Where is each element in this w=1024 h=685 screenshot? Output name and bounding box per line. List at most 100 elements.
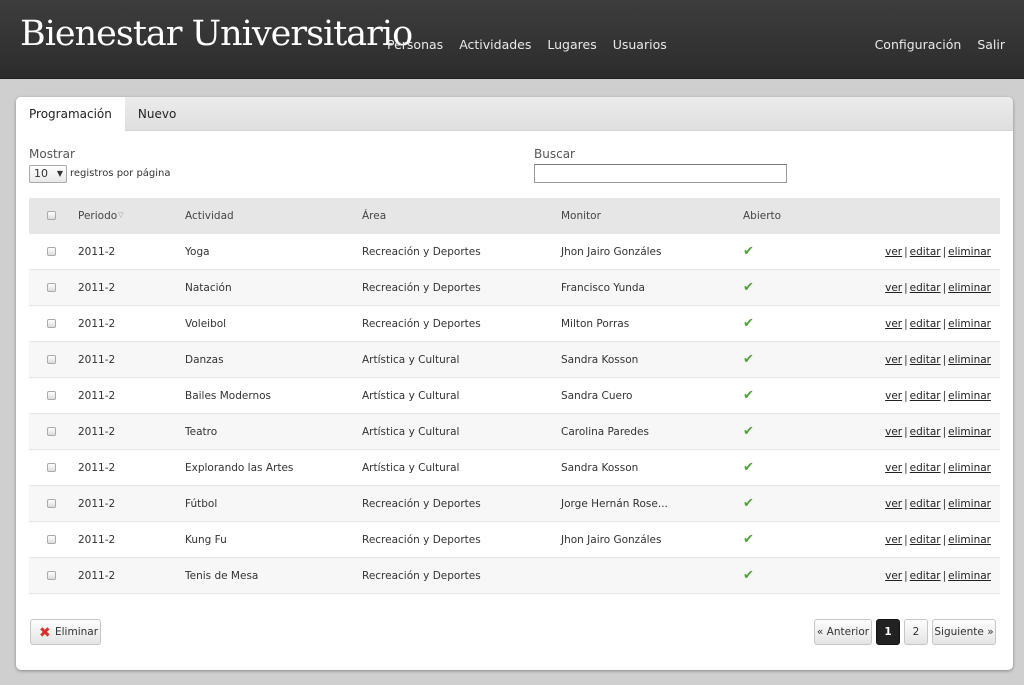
separator: | xyxy=(942,354,947,366)
separator: | xyxy=(942,570,947,582)
separator: | xyxy=(904,462,908,474)
row-checkbox[interactable] xyxy=(47,355,56,364)
delete-link[interactable]: eliminar xyxy=(948,390,991,402)
edit-link[interactable]: editar xyxy=(910,462,941,474)
cell-periodo: 2011-2 xyxy=(78,498,116,510)
view-link[interactable]: ver xyxy=(885,570,902,582)
delete-link[interactable]: eliminar xyxy=(948,570,991,582)
page-size-value: 10 xyxy=(34,167,48,180)
cell-periodo: 2011-2 xyxy=(78,318,116,330)
select-all-checkbox[interactable] xyxy=(47,211,56,220)
view-link[interactable]: ver xyxy=(885,426,902,438)
page-size-suffix: registros por página xyxy=(70,168,171,179)
edit-link[interactable]: editar xyxy=(910,498,941,510)
row-actions: ver | editar | eliminar xyxy=(885,306,991,342)
row-checkbox[interactable] xyxy=(47,463,56,472)
cell-area: Artística y Cultural xyxy=(362,426,460,438)
view-link[interactable]: ver xyxy=(885,282,902,294)
table-row: 2011-2 Tenis de Mesa Recreación y Deportes… xyxy=(29,558,1000,594)
cell-monitor: Jorge Hernán Rose... xyxy=(561,498,668,510)
nav-salir[interactable]: Salir xyxy=(977,37,1005,52)
nav-personas[interactable]: Personas xyxy=(387,37,443,52)
nav-actividades[interactable]: Actividades xyxy=(459,37,531,52)
pagination-next-button[interactable]: Siguiente » xyxy=(932,619,996,645)
delete-link[interactable]: eliminar xyxy=(948,534,991,546)
col-monitor[interactable]: Monitor xyxy=(561,198,601,234)
delete-link[interactable]: eliminar xyxy=(948,462,991,474)
pagination-prev-button[interactable]: « Anterior xyxy=(814,619,872,645)
delete-link[interactable]: eliminar xyxy=(948,354,991,366)
nav-usuarios[interactable]: Usuarios xyxy=(613,37,667,52)
tab-programacion[interactable]: Programación xyxy=(16,97,125,131)
row-checkbox[interactable] xyxy=(47,247,56,256)
pagination-page-2[interactable]: 2 xyxy=(904,619,928,645)
row-checkbox[interactable] xyxy=(47,391,56,400)
col-abierto[interactable]: Abierto xyxy=(743,198,781,234)
row-checkbox[interactable] xyxy=(47,283,56,292)
edit-link[interactable]: editar xyxy=(910,354,941,366)
row-actions: ver | editar | eliminar xyxy=(885,378,991,414)
col-actividad[interactable]: Actividad xyxy=(185,198,234,234)
separator: | xyxy=(942,462,947,474)
cell-area: Recreación y Deportes xyxy=(362,534,481,546)
edit-link[interactable]: editar xyxy=(910,426,941,438)
table-row: 2011-2 Danzas Artística y Cultural Sandra K… xyxy=(29,342,1000,378)
user-nav: Configuración Salir xyxy=(875,37,1005,52)
top-navbar: Bienestar Universitario Personas Activid… xyxy=(0,0,1024,79)
cell-monitor: Carolina Paredes xyxy=(561,426,649,438)
row-checkbox[interactable] xyxy=(47,499,56,508)
cell-actividad: Explorando las Artes xyxy=(185,462,294,474)
delete-link[interactable]: eliminar xyxy=(948,282,991,294)
row-actions: ver | editar | eliminar xyxy=(885,522,991,558)
view-link[interactable]: ver xyxy=(885,354,902,366)
col-periodo-label: Periodo xyxy=(78,210,118,222)
cell-monitor: Jhon Jairo Gonzáles xyxy=(561,246,662,258)
edit-link[interactable]: editar xyxy=(910,282,941,294)
delete-selected-button[interactable]: ✖ Eliminar xyxy=(30,619,101,645)
col-periodo[interactable]: Periodo▽ xyxy=(78,198,124,235)
nav-configuracion[interactable]: Configuración xyxy=(875,37,962,52)
check-icon: ✔ xyxy=(743,280,754,295)
check-icon: ✔ xyxy=(743,352,754,367)
show-label: Mostrar xyxy=(29,147,75,161)
col-area[interactable]: Área xyxy=(362,198,386,234)
edit-link[interactable]: editar xyxy=(910,246,941,258)
cell-actividad: Fútbol xyxy=(185,498,218,510)
row-checkbox[interactable] xyxy=(47,571,56,580)
cell-area: Recreación y Deportes xyxy=(362,246,481,258)
separator: | xyxy=(904,246,908,258)
delete-link[interactable]: eliminar xyxy=(948,318,991,330)
nav-lugares[interactable]: Lugares xyxy=(547,37,596,52)
cell-actividad: Voleibol xyxy=(185,318,227,330)
table-header: Periodo▽ Actividad Área Monitor Abierto xyxy=(29,198,1000,234)
check-icon: ✔ xyxy=(743,388,754,403)
view-link[interactable]: ver xyxy=(885,390,902,402)
cell-monitor: Francisco Yunda xyxy=(561,282,645,294)
row-checkbox[interactable] xyxy=(47,427,56,436)
view-link[interactable]: ver xyxy=(885,462,902,474)
edit-link[interactable]: editar xyxy=(910,318,941,330)
delete-link[interactable]: eliminar xyxy=(948,426,991,438)
app-brand[interactable]: Bienestar Universitario xyxy=(20,14,413,54)
pagination-page-1[interactable]: 1 xyxy=(876,619,900,645)
separator: | xyxy=(904,426,908,438)
edit-link[interactable]: editar xyxy=(910,570,941,582)
view-link[interactable]: ver xyxy=(885,534,902,546)
view-link[interactable]: ver xyxy=(885,318,902,330)
cell-periodo: 2011-2 xyxy=(78,354,116,366)
page-size-select[interactable]: 10 ▼ xyxy=(29,165,67,183)
row-checkbox[interactable] xyxy=(47,319,56,328)
edit-link[interactable]: editar xyxy=(910,390,941,402)
table-row: 2011-2 Teatro Artística y Cultural Carolina… xyxy=(29,414,1000,450)
main-nav: Personas Actividades Lugares Usuarios xyxy=(387,37,667,52)
tab-nuevo[interactable]: Nuevo xyxy=(125,97,189,131)
delete-link[interactable]: eliminar xyxy=(948,246,991,258)
view-link[interactable]: ver xyxy=(885,498,902,510)
row-checkbox[interactable] xyxy=(47,535,56,544)
delete-link[interactable]: eliminar xyxy=(948,498,991,510)
search-input[interactable] xyxy=(534,164,787,183)
cell-monitor: Sandra Cuero xyxy=(561,390,633,402)
view-link[interactable]: ver xyxy=(885,246,902,258)
cell-actividad: Natación xyxy=(185,282,232,294)
edit-link[interactable]: editar xyxy=(910,534,941,546)
